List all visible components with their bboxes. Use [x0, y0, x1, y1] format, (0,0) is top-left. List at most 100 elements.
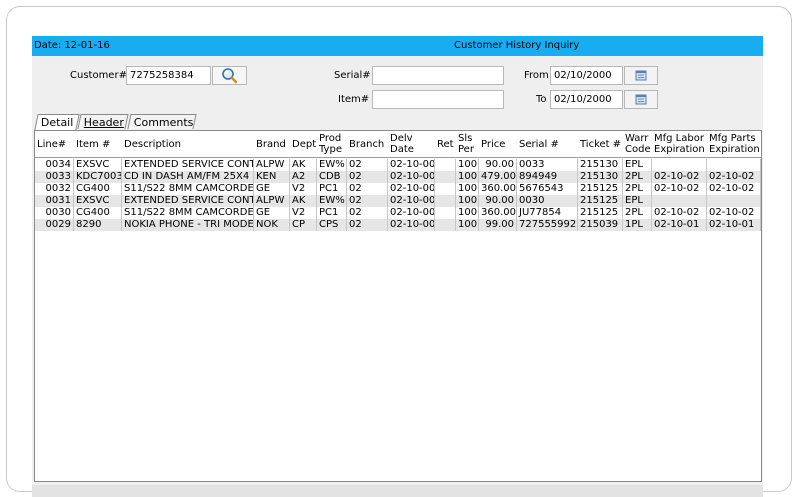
tab-header[interactable]: Header — [77, 114, 129, 129]
magnifier-icon — [222, 68, 238, 84]
cell-branch: 02 — [347, 195, 388, 207]
cell-warr: 2PL — [623, 183, 652, 195]
customer-search-button[interactable] — [212, 66, 247, 85]
cell-ret — [435, 183, 456, 195]
cell-desc: NOKIA PHONE - TRI MODE — [124, 219, 254, 231]
cell-ticket: 215125 — [578, 183, 623, 195]
to-date-input[interactable]: 02/10/2000 — [550, 90, 623, 109]
cell-prod: PC1 — [317, 183, 347, 195]
cell-warr: 2PL — [623, 207, 652, 219]
col-header-warr-code[interactable]: Warr Code — [625, 133, 651, 155]
cell-price: 360.00 — [481, 207, 517, 219]
cell-line: 0030 — [35, 207, 74, 219]
table-header: Line# Item # Description Brand Dept Prod… — [35, 131, 761, 158]
cell-ret — [435, 171, 456, 183]
col-header-dept[interactable]: Dept — [292, 139, 316, 150]
from-label: From — [524, 70, 549, 81]
cell-delv: 02-10-00 — [390, 171, 435, 183]
cell-ret — [435, 207, 456, 219]
cell-branch: 02 — [347, 183, 388, 195]
current-date: Date: 12-01-16 — [34, 40, 110, 51]
table-row[interactable]: 0032 CG400 S11/S22 8MM CAMCORDER GE V2 PC1 02 0… — [35, 183, 761, 195]
cell-desc: CD IN DASH AM/FM 25X4 — [122, 171, 254, 183]
col-header-mfg-labor[interactable]: Mfg Labor Expiration — [654, 133, 705, 155]
cell-sls: 100 — [458, 183, 479, 195]
customer-label: Customer# — [70, 70, 127, 81]
cell-ret — [435, 195, 456, 207]
col-header-branch[interactable]: Branch — [349, 139, 384, 150]
cell-branch: 02 — [347, 171, 388, 183]
history-table: Line# Item # Description Brand Dept Prod… — [34, 130, 762, 482]
col-header-item[interactable]: Item # — [76, 139, 110, 150]
tab-detail[interactable]: Detail — [34, 114, 80, 130]
cell-sls: 100 — [458, 159, 479, 171]
customer-input[interactable]: 7275258384 — [126, 66, 211, 85]
table-row[interactable]: 0029 8290 NOKIA PHONE - TRI MODE NOK CP CPS 02… — [35, 219, 761, 231]
cell-item: KDC7003 — [76, 171, 122, 183]
cell-labor — [652, 159, 707, 171]
cell-desc: EXTENDED SERVICE CONTR — [124, 195, 254, 207]
col-header-prod-type[interactable]: Prod Type — [319, 133, 342, 155]
col-header-serial[interactable]: Serial # — [519, 139, 559, 150]
title-bar: Date: 12-01-16 Customer History Inquiry — [32, 36, 763, 56]
cell-brand: NOK — [254, 219, 290, 231]
cell-line: 0034 — [35, 159, 74, 171]
cell-warr: 1PL — [623, 219, 652, 231]
col-header-delv-date[interactable]: Delv Date — [390, 133, 414, 155]
serial-input[interactable] — [372, 66, 504, 85]
cell-ticket: 215130 — [578, 171, 623, 183]
cell-parts — [707, 159, 761, 171]
cell-delv: 02-10-00 — [390, 219, 435, 231]
cell-labor — [652, 195, 707, 207]
cell-delv: 02-10-00 — [390, 159, 435, 171]
serial-label: Serial# — [334, 70, 371, 81]
cell-serial: 5676543 — [517, 183, 578, 195]
cell-labor: 02-10-02 — [652, 183, 707, 195]
col-header-line[interactable]: Line# — [37, 139, 66, 150]
col-header-brand[interactable]: Brand — [256, 139, 286, 150]
col-header-ret[interactable]: Ret — [437, 139, 454, 150]
cell-brand: ALPW — [254, 159, 290, 171]
cell-brand: KEN — [254, 171, 290, 183]
cell-warr: EPL — [623, 195, 652, 207]
cell-sls: 100 — [458, 195, 479, 207]
cell-brand: GE — [254, 207, 290, 219]
cell-delv: 02-10-00 — [390, 195, 435, 207]
status-bar — [32, 485, 763, 497]
cell-brand: GE — [254, 183, 290, 195]
table-row[interactable]: 0034 EXSVC EXTENDED SERVICE CONTR ALPW AK EW%… — [35, 159, 761, 171]
cell-ticket: 215125 — [578, 207, 623, 219]
cell-sls: 100 — [458, 171, 479, 183]
cell-brand: ALPW — [254, 195, 290, 207]
col-header-price[interactable]: Price — [481, 139, 505, 150]
from-calendar-button[interactable] — [624, 66, 658, 85]
cell-serial: 7275559922 — [519, 219, 578, 231]
cell-price: 99.00 — [479, 219, 517, 231]
cell-prod: PC1 — [317, 207, 347, 219]
from-date-input[interactable]: 02/10/2000 — [550, 66, 623, 85]
cell-delv: 02-10-00 — [390, 183, 435, 195]
cell-desc: S11/S22 8MM CAMCORDER — [124, 207, 254, 219]
item-label: Item# — [338, 94, 370, 105]
table-row[interactable]: 0033 KDC7003 CD IN DASH AM/FM 25X4 KEN A2 CDB… — [35, 171, 761, 183]
cell-ticket: 215125 — [578, 195, 623, 207]
cell-item: EXSVC — [74, 159, 122, 171]
table-row[interactable]: 0031 EXSVC EXTENDED SERVICE CONTR ALPW AK EW%… — [35, 195, 761, 207]
col-header-mfg-parts[interactable]: Mfg Parts Expiration — [709, 133, 760, 155]
col-header-ticket[interactable]: Ticket # — [580, 139, 621, 150]
to-calendar-button[interactable] — [624, 90, 658, 109]
cell-dept: AK — [290, 159, 317, 171]
calendar-icon — [635, 70, 647, 81]
table-row[interactable]: 0030 CG400 S11/S22 8MM CAMCORDER GE V2 PC1 02 0… — [35, 207, 761, 219]
cell-price: 90.00 — [479, 195, 517, 207]
col-header-sls-per[interactable]: Sls Per — [458, 133, 474, 155]
item-input[interactable] — [372, 90, 504, 109]
cell-item: CG400 — [74, 207, 122, 219]
cell-prod: CPS — [317, 219, 347, 231]
cell-price: 90.00 — [479, 159, 517, 171]
cell-prod: EW% — [317, 195, 347, 207]
cell-dept: V2 — [290, 207, 317, 219]
col-header-description[interactable]: Description — [124, 139, 181, 150]
cell-branch: 02 — [347, 219, 388, 231]
tab-comments[interactable]: Comments — [127, 114, 197, 129]
